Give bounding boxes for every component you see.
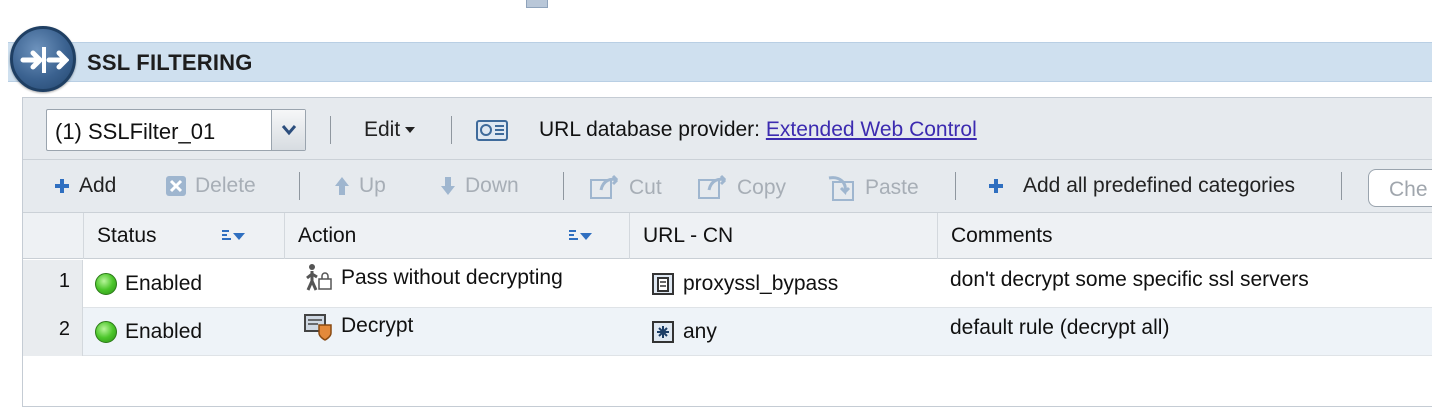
row-number: 2 — [23, 308, 83, 356]
toolbar-separator — [330, 116, 331, 144]
url-cn-cell[interactable]: proxyssl_bypass — [651, 260, 838, 308]
sort-menu-icon[interactable] — [568, 229, 594, 243]
arrow-down-icon — [441, 177, 455, 195]
edit-menu-label: Edit — [364, 118, 401, 141]
url-cn-cell[interactable]: any — [651, 308, 717, 356]
url-database-provider: URL database provider: Extended Web Cont… — [539, 118, 977, 142]
copy-icon — [698, 174, 727, 199]
cut-label: Cut — [629, 176, 662, 199]
comment-text: default rule (decrypt all) — [950, 316, 1170, 339]
db-provider-link[interactable]: Extended Web Control — [766, 118, 977, 141]
status-text: Enabled — [125, 272, 203, 295]
add-button[interactable]: Add — [53, 174, 116, 198]
any-object-icon — [652, 321, 674, 343]
action-text: Pass without decrypting — [341, 266, 563, 289]
table-header: Status Action URL - CN Comments — [23, 213, 1432, 259]
pass-without-decrypting-icon — [306, 264, 332, 291]
copy-label: Copy — [737, 176, 787, 199]
toolbar-separator — [955, 172, 956, 200]
action-cell[interactable]: Decrypt — [303, 302, 413, 350]
comment-text: don't decrypt some specific ssl servers — [950, 268, 1309, 291]
toolbar-separator — [1341, 172, 1342, 200]
move-down-button[interactable]: Down — [439, 174, 519, 198]
column-header-action[interactable]: Action — [284, 213, 629, 259]
table-row[interactable]: 1 Enabled Pass without decrypting proxys… — [23, 260, 1432, 308]
comment-cell[interactable]: default rule (decrypt all) — [950, 304, 1169, 352]
add-label: Add — [79, 174, 117, 197]
copy-button[interactable]: Copy — [697, 174, 786, 202]
table-row[interactable]: 2 Enabled Decrypt any default rule (decr… — [23, 308, 1432, 356]
policy-toolbar: (1) SSLFilter_01 Edit URL database provi… — [23, 98, 1432, 160]
action-cell[interactable]: Pass without decrypting — [303, 254, 563, 302]
rules-toolbar: Add Delete Up Down Cut Copy Paste Add al… — [23, 160, 1432, 213]
policy-dropdown-button[interactable] — [271, 110, 305, 150]
paste-button[interactable]: Paste — [825, 174, 919, 202]
column-label: URL - CN — [643, 224, 734, 247]
move-up-button[interactable]: Up — [333, 174, 386, 198]
delete-label: Delete — [195, 174, 256, 197]
decrypt-icon — [304, 314, 332, 341]
url-group-icon — [652, 273, 674, 295]
top-partial-link[interactable] — [526, 0, 556, 11]
column-header-comments[interactable]: Comments — [937, 213, 1432, 259]
status-cell[interactable]: Enabled — [95, 260, 202, 308]
column-header-status[interactable]: Status — [83, 213, 284, 259]
up-label: Up — [359, 174, 386, 197]
chevron-down-icon — [281, 125, 297, 136]
comment-cell[interactable]: don't decrypt some specific ssl servers — [950, 256, 1309, 304]
plus-icon — [55, 179, 69, 193]
status-enabled-icon — [95, 273, 117, 295]
policy-select[interactable]: (1) SSLFilter_01 — [46, 109, 306, 151]
document-icon — [526, 0, 548, 8]
toolbar-separator — [563, 172, 564, 200]
row-number: 1 — [23, 260, 83, 308]
delete-button[interactable]: Delete — [165, 174, 256, 198]
url-cn-text: proxyssl_bypass — [683, 272, 839, 295]
column-label: Comments — [951, 224, 1053, 247]
check-usage-input[interactable]: Che — [1368, 169, 1432, 207]
ssl-filtering-logo-icon — [10, 26, 76, 92]
status-text: Enabled — [125, 320, 203, 343]
add-all-label: Add all predefined categories — [1023, 174, 1296, 197]
action-text: Decrypt — [341, 314, 414, 337]
ssl-filter-panel: (1) SSLFilter_01 Edit URL database provi… — [22, 97, 1432, 407]
url-cn-text: any — [683, 320, 717, 343]
paste-icon — [828, 176, 854, 201]
column-label: Status — [97, 224, 157, 247]
database-icon[interactable] — [475, 118, 509, 142]
cut-button[interactable]: Cut — [589, 174, 662, 202]
toolbar-separator — [451, 116, 452, 144]
page-title: SSL FILTERING — [87, 50, 253, 75]
policy-select-value: (1) SSLFilter_01 — [55, 119, 216, 144]
cut-icon — [590, 174, 619, 199]
status-cell[interactable]: Enabled — [95, 308, 202, 356]
db-provider-label: URL database provider: — [539, 118, 761, 141]
add-all-categories-button[interactable]: Add all predefined categories — [987, 174, 1295, 198]
rownum-header — [23, 213, 84, 259]
paste-label: Paste — [865, 176, 919, 199]
caret-down-icon — [405, 127, 416, 134]
down-label: Down — [465, 174, 519, 197]
arrow-up-icon — [335, 177, 349, 195]
column-label: Action — [298, 224, 357, 247]
delete-icon — [166, 176, 186, 196]
toolbar-separator — [299, 172, 300, 200]
edit-menu-button[interactable]: Edit — [364, 118, 416, 142]
column-header-url-cn[interactable]: URL - CN — [629, 213, 937, 259]
plus-icon — [989, 179, 1003, 193]
sort-menu-icon[interactable] — [221, 229, 247, 243]
status-enabled-icon — [95, 321, 117, 343]
